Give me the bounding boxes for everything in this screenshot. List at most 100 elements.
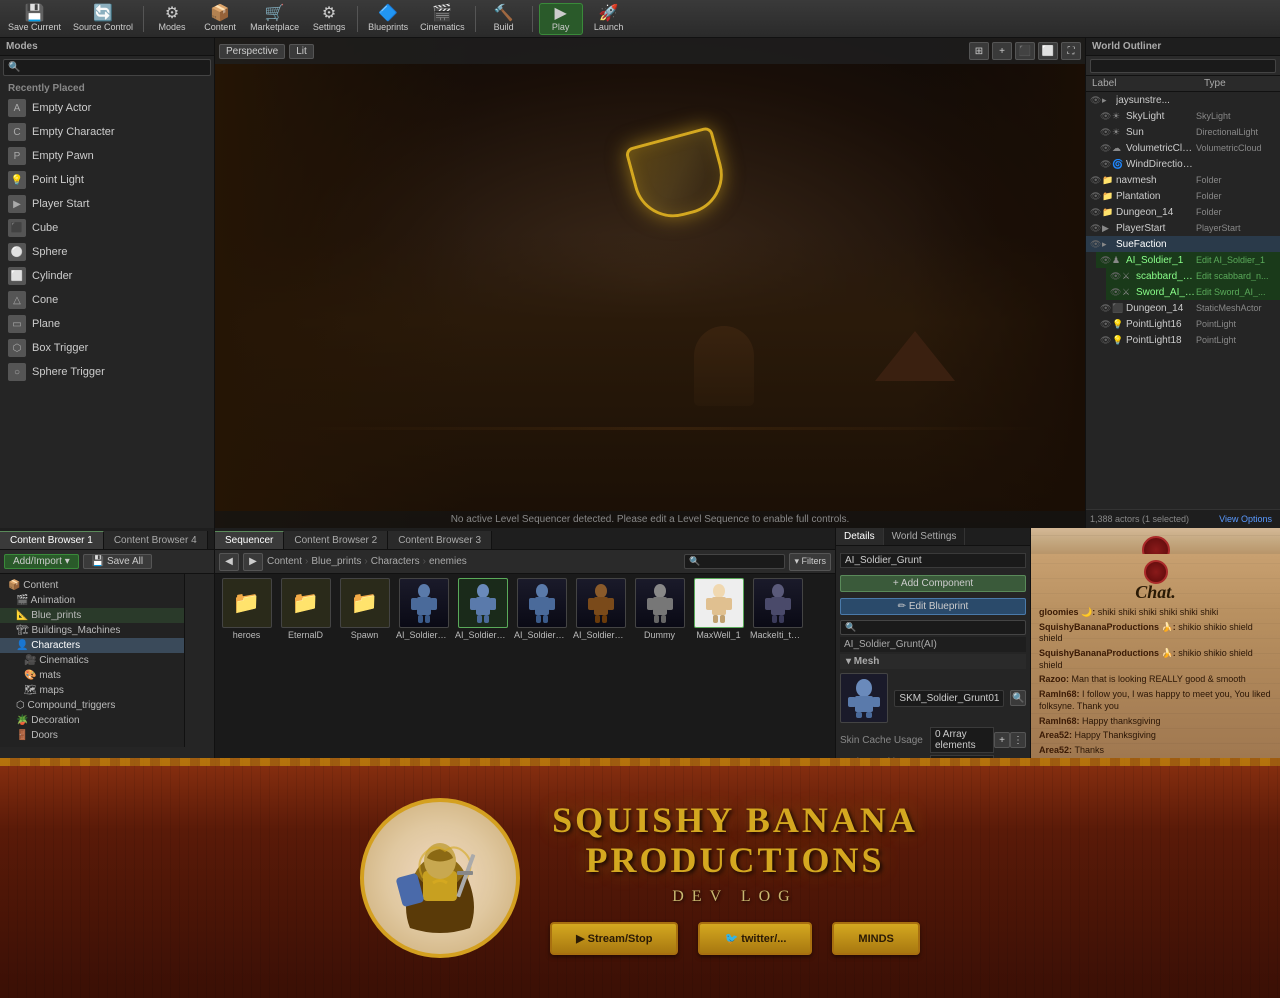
details-tab-details[interactable]: Details	[836, 528, 884, 545]
asset-dummy[interactable]: Dummy	[632, 578, 687, 640]
settings-btn[interactable]: ⚙ Settings	[307, 3, 351, 35]
tree-content[interactable]: 📦 Content	[0, 578, 184, 593]
component-search-input[interactable]	[856, 622, 1021, 633]
breadcrumb-enemies[interactable]: enemies	[429, 556, 467, 567]
place-item-empty-pawn[interactable]: P Empty Pawn	[0, 144, 214, 168]
save-current-btn[interactable]: 💾 Save Current	[4, 3, 65, 35]
place-item-cylinder[interactable]: ⬜ Cylinder	[0, 264, 214, 288]
breadcrumb-blueprints[interactable]: Blue_prints	[311, 556, 361, 567]
tree-buildings[interactable]: 🏗 Buildings_Machines	[0, 623, 184, 638]
place-item-cube[interactable]: ⬛ Cube	[0, 216, 214, 240]
asset-spawn[interactable]: Spawn	[337, 578, 392, 640]
tab-content-browser-1[interactable]: Content Browser 1	[0, 531, 104, 549]
launch-btn[interactable]: 🚀 Launch	[587, 3, 631, 35]
place-item-plane[interactable]: ▭ Plane	[0, 312, 214, 336]
vp-fullscreen[interactable]: ⛶	[1061, 42, 1081, 60]
add-component-btn[interactable]: + Add Component	[840, 575, 1026, 592]
tab-content-browser-4[interactable]: Content Browser 4	[104, 531, 208, 549]
tab-content-browser-2[interactable]: Content Browser 2	[284, 531, 388, 549]
asset-mackeli[interactable]: MackeIti_tabio	[750, 578, 805, 640]
place-item-sphere[interactable]: ⚪ Sphere	[0, 240, 214, 264]
tab-sequencer[interactable]: Sequencer	[215, 531, 284, 549]
perspective-btn[interactable]: Perspective	[219, 44, 285, 59]
ol-item-13[interactable]: 👁 ⬛ Dungeon_14 StaticMeshActor	[1096, 300, 1280, 316]
ol-item-10[interactable]: 👁 ♟ AI_Soldier_1 Edit AI_Soldier_1	[1096, 252, 1280, 268]
asset-ai-destructor[interactable]: AI_Soldier_Destructor	[396, 578, 451, 640]
content-btn[interactable]: 📦 Content	[198, 3, 242, 35]
ol-item-6[interactable]: 👁 📁 Plantation Folder	[1086, 188, 1280, 204]
place-item-point-light[interactable]: 💡 Point Light	[0, 168, 214, 192]
nav-back-btn[interactable]: ◀	[219, 553, 239, 571]
ol-item-11[interactable]: 👁 ⚔ scabbard_sword46 Edit scabbard_n...	[1106, 268, 1280, 284]
ol-item-0[interactable]: 👁 ▸ jaysunstre...	[1086, 92, 1280, 108]
ol-item-7[interactable]: 👁 📁 Dungeon_14 Folder	[1086, 204, 1280, 220]
ol-item-5[interactable]: 👁 📁 navmesh Folder	[1086, 172, 1280, 188]
lit-btn[interactable]: Lit	[289, 44, 314, 59]
asset-eternalD[interactable]: EternalD	[278, 578, 333, 640]
tree-blueprints[interactable]: 📐 Blue_prints	[0, 608, 184, 623]
tree-decoration[interactable]: 🪴 Decoration	[0, 713, 184, 728]
tree-doors[interactable]: 🚪 Doors	[0, 728, 184, 743]
blueprints-btn[interactable]: 🔷 Blueprints	[364, 3, 412, 35]
skin-cache-add[interactable]: +	[994, 732, 1010, 748]
edit-blueprint-btn[interactable]: ✏ Edit Blueprint	[840, 598, 1026, 615]
ol-item-12[interactable]: 👁 ⚔ Sword_AI_un... Edit Sword_AI_...	[1106, 284, 1280, 300]
asset-search[interactable]: 🔍	[684, 554, 785, 569]
place-item-empty-character[interactable]: C Empty Character	[0, 120, 214, 144]
component-search[interactable]: 🔍	[840, 620, 1026, 635]
place-item-sphere-trigger[interactable]: ○ Sphere Trigger	[0, 360, 214, 384]
actor-name-input[interactable]	[840, 553, 1026, 568]
tab-content-browser-3[interactable]: Content Browser 3	[388, 531, 492, 549]
ol-item-1[interactable]: 👁 ☀ SkyLight SkyLight	[1096, 108, 1280, 124]
add-import-btn[interactable]: Add/Import ▾	[4, 554, 79, 569]
outliner-search-input[interactable]	[1090, 59, 1276, 73]
twitter-btn[interactable]: 🐦 twitter/...	[698, 922, 812, 955]
mesh-browse-btn[interactable]: 🔍	[1010, 690, 1026, 706]
ol-item-2[interactable]: 👁 ☀ Sun DirectionalLight	[1096, 124, 1280, 140]
build-btn[interactable]: 🔨 Build	[482, 3, 526, 35]
asset-ai-grunt[interactable]: AI_Soldier_Grunt	[455, 578, 510, 640]
vp-ctrl-3[interactable]: ⬛	[1015, 42, 1035, 60]
asset-search-input[interactable]	[700, 556, 780, 567]
tree-characters[interactable]: 👤 Characters	[0, 638, 184, 653]
play-btn[interactable]: ▶ Play	[539, 3, 583, 35]
filters-btn[interactable]: ▾ Filters	[789, 553, 831, 571]
tree-cinematics[interactable]: 🎥 Cinematics	[0, 653, 184, 668]
marketplace-btn[interactable]: 🛒 Marketplace	[246, 3, 303, 35]
nav-forward-btn[interactable]: ▶	[243, 553, 263, 571]
place-item-empty-actor[interactable]: A Empty Actor	[0, 96, 214, 120]
tree-animation[interactable]: 🎬 Animation	[0, 593, 184, 608]
breadcrumb-characters[interactable]: Characters	[371, 556, 420, 567]
asset-ai-vanguard[interactable]: AI_Soldier_Vanguard	[573, 578, 628, 640]
asset-ai-raider[interactable]: AI_Soldier_Raider	[514, 578, 569, 640]
minds-btn[interactable]: MINDS	[832, 922, 919, 955]
ol-item-15[interactable]: 👁 💡 PointLight18 PointLight	[1096, 332, 1280, 348]
save-all-btn[interactable]: 💾 Save All	[83, 554, 152, 569]
view-options-btn[interactable]: View Options	[1215, 512, 1276, 526]
ol-item-14[interactable]: 👁 💡 PointLight16 PointLight	[1096, 316, 1280, 332]
tree-compound[interactable]: ⬡ Compound_triggers	[0, 698, 184, 713]
ol-item-4[interactable]: 👁 🌀 WindDirectional...	[1096, 156, 1280, 172]
asset-maxwell[interactable]: MaxWell_1	[691, 578, 746, 640]
ol-item-8[interactable]: 👁 ▶ PlayerStart PlayerStart	[1086, 220, 1280, 236]
place-item-player-start[interactable]: ▶ Player Start	[0, 192, 214, 216]
modes-search-bar[interactable]: 🔍	[3, 59, 211, 76]
place-item-cone[interactable]: △ Cone	[0, 288, 214, 312]
cinematics-btn[interactable]: 🎬 Cinematics	[416, 3, 469, 35]
vp-ctrl-4[interactable]: ⬜	[1038, 42, 1058, 60]
tree-maps[interactable]: 🗺 maps	[0, 683, 184, 698]
viewport[interactable]: Perspective Lit ⊞ + ⬛ ⬜ ⛶ No active Leve…	[215, 38, 1085, 528]
mesh-section-header[interactable]: ▾ Mesh	[840, 654, 1026, 669]
source-control-btn[interactable]: 🔄 Source Control	[69, 3, 137, 35]
vp-ctrl-2[interactable]: +	[992, 42, 1012, 60]
modes-search-input[interactable]	[20, 62, 206, 73]
tree-mats[interactable]: 🎨 mats	[0, 668, 184, 683]
breadcrumb-content[interactable]: Content	[267, 556, 302, 567]
asset-heroes[interactable]: heroes	[219, 578, 274, 640]
details-tab-world[interactable]: World Settings	[884, 528, 966, 545]
vp-ctrl-1[interactable]: ⊞	[969, 42, 989, 60]
place-item-box-trigger[interactable]: ⬡ Box Trigger	[0, 336, 214, 360]
stream-btn[interactable]: ▶ Stream/Stop	[550, 922, 678, 955]
skin-cache-arr[interactable]: ⋮	[1010, 732, 1026, 748]
ol-item-3[interactable]: 👁 ☁ VolumetricCloud VolumetricCloud	[1096, 140, 1280, 156]
